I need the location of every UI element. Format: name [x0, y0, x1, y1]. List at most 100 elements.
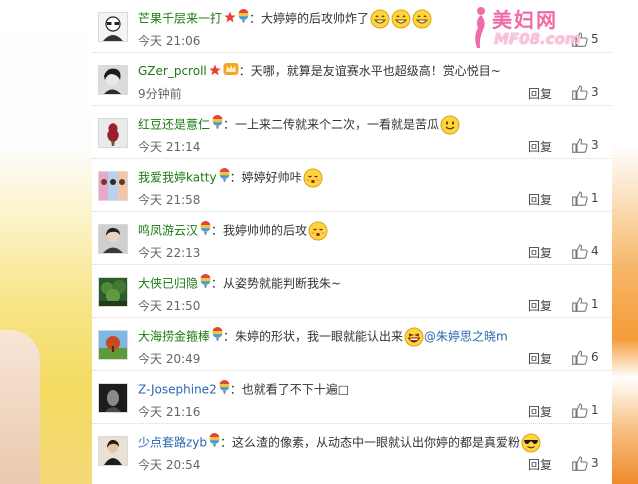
avatar[interactable]	[98, 277, 128, 307]
like-count: 6	[591, 350, 599, 364]
avatar[interactable]	[98, 118, 128, 148]
comment-text: ：婷婷好帅咔	[229, 170, 302, 185]
reply-button[interactable]: 回复	[528, 140, 552, 154]
laugh-emoji	[404, 327, 424, 347]
comment-row: 大海捞金箍棒 ：朱婷的形状，我一眼就能认出来 @朱婷思之晓m 今天 20:49 回复…	[92, 318, 612, 371]
comment-text: ：一上来二传就来个二次，一看就是苦瓜	[223, 117, 440, 132]
watermark-title: 美妇网	[492, 8, 558, 32]
grin-emoji	[412, 9, 432, 29]
background-photo-right	[612, 0, 638, 484]
avatar[interactable]	[98, 330, 128, 360]
like-button[interactable]: 1	[572, 295, 599, 313]
avatar[interactable]	[98, 436, 128, 466]
username-link[interactable]: GZer_pcroll	[138, 64, 207, 78]
like-count: 1	[591, 403, 599, 417]
avatar[interactable]	[98, 224, 128, 254]
grin-emoji	[391, 9, 411, 29]
username-link[interactable]: 少点套路zyb	[138, 436, 207, 450]
username-link[interactable]: 红豆还是薏仁	[138, 118, 210, 132]
thumbs-up-icon	[572, 297, 588, 312]
reply-button[interactable]: 回复	[528, 246, 552, 260]
thumbs-up-icon	[572, 456, 588, 471]
star-badge	[209, 63, 221, 81]
thumbs-up-icon	[572, 350, 588, 365]
username-link[interactable]: 大海捞金箍棒	[138, 330, 210, 344]
reply-button[interactable]: 回复	[528, 193, 552, 207]
reply-button[interactable]: 回复	[528, 87, 552, 101]
rainbow-balloon-icon	[212, 326, 223, 347]
reply-button[interactable]: 回复	[528, 405, 552, 419]
like-button[interactable]: 3	[572, 136, 599, 154]
comment-time: 今天 20:54	[138, 458, 201, 472]
comment-time: 9分钟前	[138, 87, 182, 101]
watermark-url: MF08.com	[494, 30, 581, 48]
vip-crown-icon	[223, 62, 239, 81]
comment-row: 鸣凤游云汉 ：我婷帅帅的后攻 今天 22:13 回复 4	[92, 212, 612, 265]
comment-time: 今天 21:58	[138, 193, 201, 207]
rainbow-balloon-icon	[212, 114, 223, 135]
comment-time: 今天 21:14	[138, 140, 201, 154]
rainbow-balloon-icon	[200, 220, 211, 241]
username-link[interactable]: 我爱我婷katty	[138, 171, 217, 185]
comment-row: 红豆还是薏仁 ：一上来二传就来个二次，一看就是苦瓜 今天 21:14 回复 3	[92, 106, 612, 159]
comment-text: ：大婷婷的后攻帅炸了	[249, 11, 370, 26]
username-link[interactable]: 鸣凤游云汉	[138, 224, 198, 238]
like-count: 3	[591, 85, 599, 99]
comment-text: ：朱婷的形状，我一眼就能认出来	[223, 329, 404, 344]
comment-time: 今天 21:06	[138, 34, 201, 48]
comment-time: 今天 21:50	[138, 299, 201, 313]
comment-text: ：天哪，就算是友谊赛水平也超级高！赏心悦目~	[238, 64, 501, 78]
like-button[interactable]: 1	[572, 401, 599, 419]
sunglasses-emoji	[521, 433, 541, 453]
comment-time: 今天 22:13	[138, 246, 201, 260]
comment-row: 大侠已归隐 ：从姿势就能判断我朱~ 今天 21:50 回复 1	[92, 265, 612, 318]
comment-row: Z-Josephine2 ：也就看了不下十遍□ 今天 21:16 回复 1	[92, 371, 612, 424]
avatar[interactable]	[98, 171, 128, 201]
grin-emoji	[370, 9, 390, 29]
rainbow-balloon-icon	[219, 379, 230, 400]
comment-time: 今天 21:16	[138, 405, 201, 419]
like-button[interactable]: 6	[572, 348, 599, 366]
woman-silhouette-icon	[475, 7, 485, 48]
rainbow-balloon-icon	[200, 273, 211, 294]
comment-row: 我爱我婷katty ：婷婷好帅咔 今天 21:58 回复 1	[92, 159, 612, 212]
thumbs-up-icon	[572, 138, 588, 153]
comment-text: ：这么渣的像素，从动态中一眼就认出你婷的都是真爱粉	[220, 435, 521, 450]
like-count: 1	[591, 191, 599, 205]
like-count: 1	[591, 297, 599, 311]
like-button[interactable]: 1	[572, 189, 599, 207]
rainbow-balloon-icon	[238, 8, 249, 29]
thumbs-up-icon	[572, 191, 588, 206]
like-count: 3	[591, 456, 599, 470]
blush-emoji	[308, 221, 328, 241]
thumbs-up-icon	[572, 85, 588, 100]
site-watermark-logo: 美妇网 MF08.com	[470, 4, 600, 54]
avatar[interactable]	[98, 65, 128, 95]
rainbow-balloon-icon	[209, 432, 220, 453]
comment-text: ：我婷帅帅的后攻	[211, 223, 308, 238]
avatar[interactable]	[98, 383, 128, 413]
like-count: 3	[591, 138, 599, 152]
blush-emoji	[303, 168, 323, 188]
comment-row: 少点套路zyb ：这么渣的像素，从动态中一眼就认出你婷的都是真爱粉 今天 20:5…	[92, 424, 612, 484]
comment-page: 芒果千层来一打 ：大婷婷的后攻帅炸了 今天 21:06 5 GZer_pcroll…	[0, 0, 638, 484]
reply-button[interactable]: 回复	[528, 458, 552, 472]
thumbs-up-icon	[572, 403, 588, 418]
mention-link[interactable]: @朱婷思之晓m	[424, 330, 508, 344]
like-count: 4	[591, 244, 599, 258]
background-photo-left	[0, 0, 92, 484]
username-link[interactable]: 大侠已归隐	[138, 277, 198, 291]
comment-text: ：从姿势就能判断我朱~	[211, 276, 342, 291]
username-link[interactable]: Z-Josephine2	[138, 383, 217, 397]
like-button[interactable]: 4	[572, 242, 599, 260]
reply-button[interactable]: 回复	[528, 352, 552, 366]
like-button[interactable]: 3	[572, 454, 599, 472]
comment-row: GZer_pcroll ：天哪，就算是友谊赛水平也超级高！赏心悦目~ 9分钟前 回…	[92, 53, 612, 106]
username-link[interactable]: 芒果千层来一打	[138, 12, 222, 26]
reply-button[interactable]: 回复	[528, 299, 552, 313]
star-badge	[224, 10, 236, 28]
avatar[interactable]	[98, 12, 128, 42]
comment-text: ：也就看了不下十遍□	[229, 382, 350, 397]
comment-time: 今天 20:49	[138, 352, 201, 366]
like-button[interactable]: 3	[572, 83, 599, 101]
